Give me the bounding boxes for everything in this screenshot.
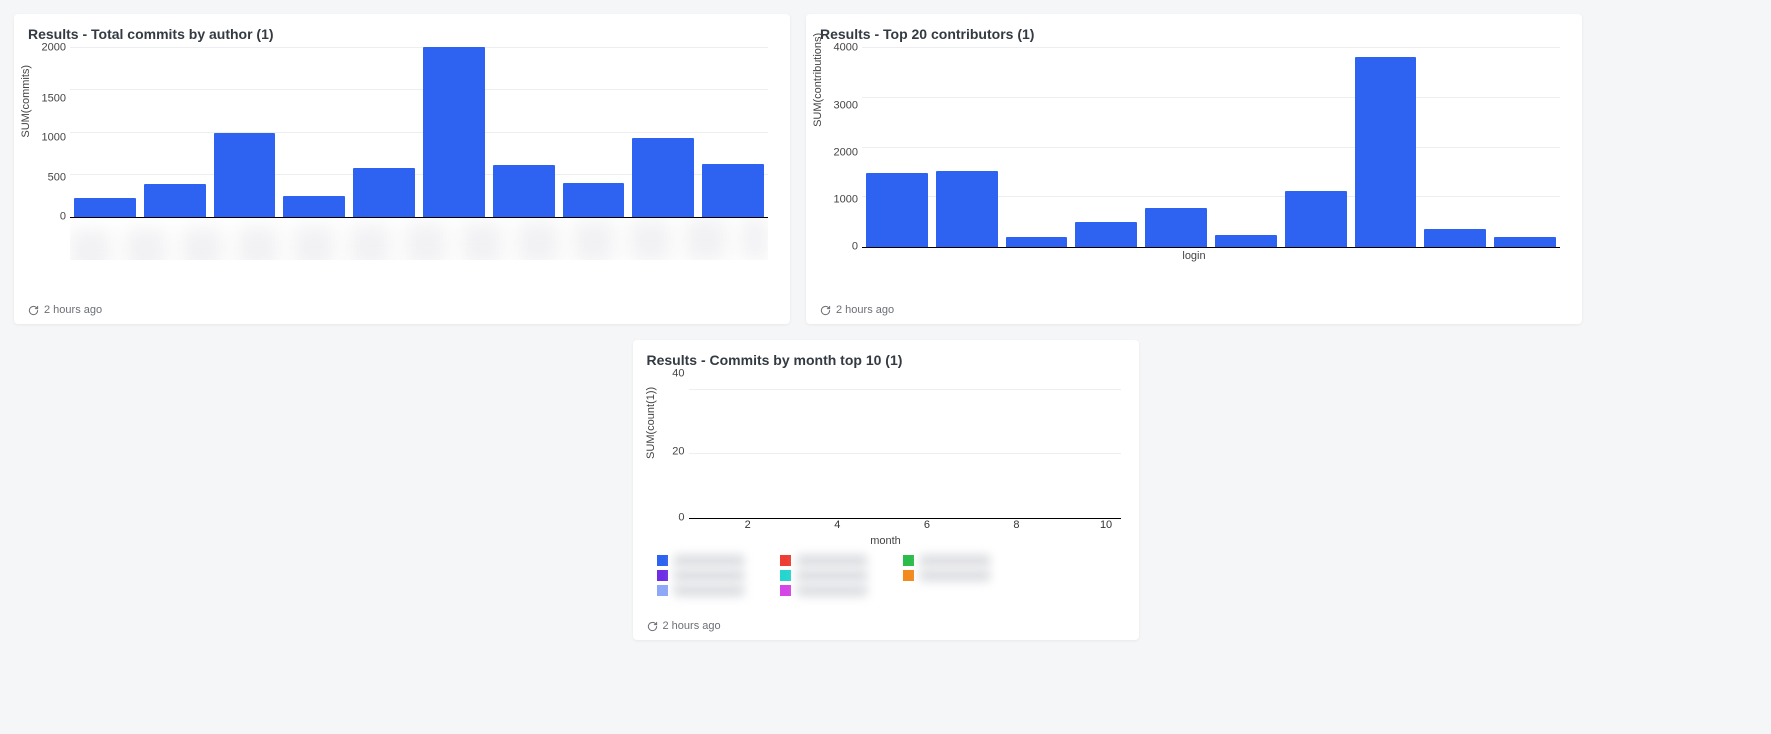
panel-footer: 2 hours ago	[28, 304, 776, 316]
legend-label-redacted	[674, 555, 744, 566]
footer-time: 2 hours ago	[44, 304, 102, 316]
chart-area: SUM(count(1)) 02040 246810 month	[647, 374, 1125, 616]
y-tick: 1000	[822, 195, 858, 206]
y-tick: 1000	[30, 133, 66, 144]
x-ticks: 2 4 6 8 10	[689, 519, 1121, 533]
x-tick: 8	[1002, 519, 1031, 533]
legend-label-redacted	[920, 570, 990, 581]
x-tick	[689, 519, 718, 533]
bar[interactable]	[866, 173, 928, 247]
bar[interactable]	[1075, 222, 1137, 247]
dashboard: Results - Total commits by author (1) SU…	[0, 0, 1771, 654]
x-labels-redacted	[70, 218, 768, 260]
x-tick	[868, 519, 897, 533]
y-tick: 500	[30, 172, 66, 183]
bar[interactable]	[283, 196, 345, 217]
legend-item[interactable]	[657, 585, 744, 596]
legend-label-redacted	[674, 570, 744, 581]
refresh-icon	[647, 621, 658, 632]
grouped-bars-row: 02040	[689, 374, 1121, 519]
chart-area: SUM(commits) 0500100015002000	[28, 48, 776, 300]
panel-commits-by-month-top10[interactable]: Results - Commits by month top 10 (1) SU…	[633, 340, 1139, 640]
legend-item[interactable]	[780, 570, 867, 581]
bar[interactable]	[214, 133, 276, 218]
y-tick: 4000	[822, 43, 858, 54]
bar[interactable]	[493, 165, 555, 217]
footer-time: 2 hours ago	[836, 304, 894, 316]
bar[interactable]	[1145, 208, 1207, 247]
legend-label-redacted	[797, 585, 867, 596]
legend-label-redacted	[920, 555, 990, 566]
legend-label-redacted	[797, 570, 867, 581]
x-axis-label: month	[647, 535, 1125, 547]
bar[interactable]	[1006, 237, 1068, 247]
bar[interactable]	[702, 164, 764, 217]
bars-row: 01000200030004000	[862, 48, 1560, 248]
legend-item[interactable]	[903, 555, 990, 566]
panel-commits-by-author[interactable]: Results - Total commits by author (1) SU…	[14, 14, 790, 324]
legend-swatch	[780, 585, 791, 596]
y-tick: 2000	[822, 148, 858, 159]
legend-swatch	[903, 555, 914, 566]
x-axis-label: login	[820, 250, 1568, 262]
x-tick	[778, 519, 807, 533]
legend-swatch	[780, 570, 791, 581]
x-tick: 6	[912, 519, 941, 533]
legend-swatch	[903, 570, 914, 581]
bar[interactable]	[74, 198, 136, 217]
y-tick: 3000	[822, 101, 858, 112]
legend	[657, 555, 1125, 596]
bar[interactable]	[144, 184, 206, 217]
legend-item[interactable]	[903, 570, 990, 581]
bar[interactable]	[353, 168, 415, 217]
panel-title: Results - Total commits by author (1)	[28, 26, 776, 42]
legend-swatch	[657, 555, 668, 566]
chart-area: SUM(contributions) 01000200030004000 log…	[820, 48, 1568, 300]
refresh-icon	[28, 305, 39, 316]
legend-item[interactable]	[657, 555, 744, 566]
y-tick: 0	[30, 212, 66, 223]
bar[interactable]	[423, 47, 485, 217]
panel-top-20-contributors[interactable]: Results - Top 20 contributors (1) SUM(co…	[806, 14, 1582, 324]
legend-label-redacted	[674, 585, 744, 596]
bar[interactable]	[1494, 237, 1556, 247]
y-tick: 2000	[30, 43, 66, 54]
legend-item[interactable]	[780, 585, 867, 596]
y-tick: 0	[822, 242, 858, 253]
y-tick: 40	[649, 369, 685, 380]
legend-label-redacted	[797, 555, 867, 566]
bars-row: 0500100015002000	[70, 48, 768, 218]
bar[interactable]	[1424, 229, 1486, 247]
x-tick: 10	[1092, 519, 1121, 533]
bar[interactable]	[632, 138, 694, 217]
bar[interactable]	[1285, 191, 1347, 247]
legend-swatch	[657, 585, 668, 596]
y-ticks: 01000200030004000	[822, 48, 858, 247]
y-ticks: 02040	[649, 374, 685, 518]
legend-item[interactable]	[657, 570, 744, 581]
x-tick	[957, 519, 986, 533]
y-tick: 1500	[30, 93, 66, 104]
x-tick	[1047, 519, 1076, 533]
x-tick: 2	[733, 519, 762, 533]
panel-footer: 2 hours ago	[647, 620, 1125, 632]
legend-swatch	[657, 570, 668, 581]
panel-title: Results - Commits by month top 10 (1)	[647, 352, 1125, 368]
x-tick: 4	[823, 519, 852, 533]
y-tick: 20	[649, 446, 685, 457]
refresh-icon	[820, 305, 831, 316]
bar[interactable]	[1215, 235, 1277, 247]
legend-item[interactable]	[780, 555, 867, 566]
bar[interactable]	[1355, 57, 1417, 247]
legend-swatch	[780, 555, 791, 566]
bar[interactable]	[936, 171, 998, 247]
panel-footer: 2 hours ago	[820, 304, 1568, 316]
y-ticks: 0500100015002000	[30, 48, 66, 217]
panel-title: Results - Top 20 contributors (1)	[820, 26, 1568, 42]
footer-time: 2 hours ago	[663, 620, 721, 632]
bar[interactable]	[563, 183, 625, 217]
y-tick: 0	[649, 513, 685, 524]
